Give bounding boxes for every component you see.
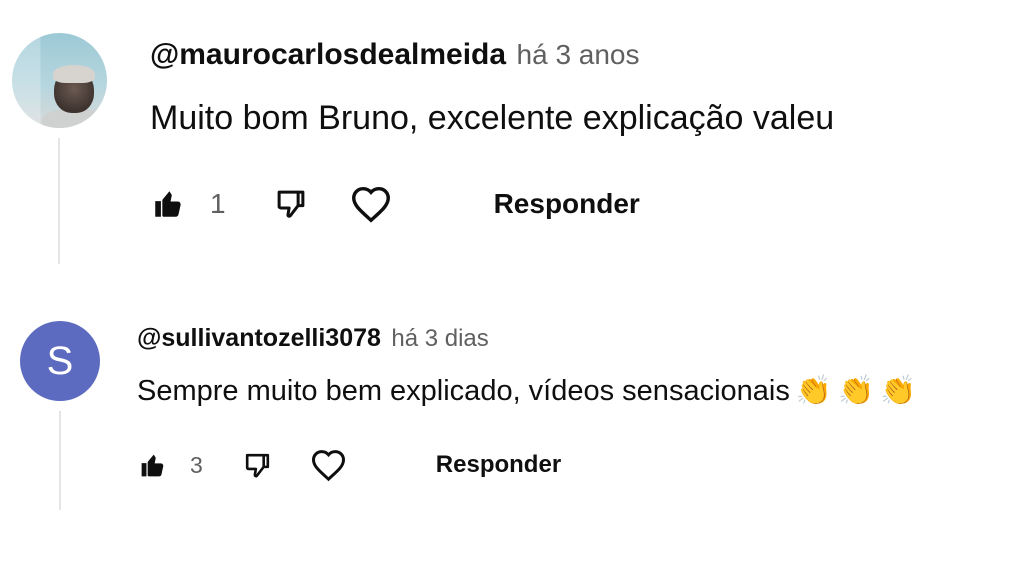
comments-section: @maurocarlosdealmeida há 3 anos Muito bo…: [0, 0, 1024, 576]
clapping-hands-emoji: 👏: [880, 375, 917, 407]
avatar[interactable]: S: [20, 321, 100, 401]
like-button[interactable]: [150, 187, 186, 221]
comment-text: Muito bom Bruno, excelente explicação va…: [150, 99, 834, 138]
like-button[interactable]: [137, 451, 168, 480]
heart-icon: [351, 186, 390, 223]
clapping-hands-emoji: 👏: [837, 375, 875, 407]
comment-actions: 1 Responder: [150, 178, 640, 230]
heart-button[interactable]: [307, 445, 350, 485]
comment-text-content: Sempre muito bem explicado, vídeos sensa…: [137, 375, 790, 407]
thread-line: [59, 411, 61, 510]
avatar[interactable]: [12, 33, 107, 128]
thumbs-down-icon: [277, 190, 304, 218]
comment-header: @sullivantozelli3078 há 3 dias: [137, 324, 489, 353]
comment-timestamp[interactable]: há 3 dias: [391, 325, 488, 352]
clapping-hands-emoji: 👏: [795, 375, 832, 407]
comment-thread: @maurocarlosdealmeida há 3 anos Muito bo…: [0, 0, 1024, 270]
comment-thread: S @sullivantozelli3078 há 3 dias Sempre …: [0, 300, 1024, 530]
comment-author[interactable]: @maurocarlosdealmeida: [150, 38, 506, 71]
heart-button[interactable]: [346, 181, 396, 227]
comment-timestamp[interactable]: há 3 anos: [517, 39, 640, 70]
like-count: 1: [210, 188, 226, 219]
comment-actions: 3 Responder: [137, 443, 561, 487]
thread-line: [58, 138, 60, 264]
avatar-letter: S: [46, 338, 74, 383]
dislike-button[interactable]: [241, 449, 274, 482]
comment-text: Sempre muito bem explicado, vídeos sensa…: [137, 374, 916, 408]
comment-header: @maurocarlosdealmeida há 3 anos: [150, 38, 640, 72]
heart-icon: [311, 450, 345, 482]
avatar-photo-hair: [53, 65, 95, 83]
thumbs-down-icon: [245, 453, 269, 477]
like-count: 3: [190, 451, 203, 478]
reply-button[interactable]: Responder: [436, 451, 561, 479]
reply-button[interactable]: Responder: [494, 188, 640, 220]
comment-author[interactable]: @sullivantozelli3078: [137, 324, 381, 352]
comment-text-content: Muito bom Bruno, excelente explicação va…: [150, 99, 835, 137]
thumbs-up-icon: [155, 191, 181, 217]
dislike-button[interactable]: [272, 185, 310, 223]
thumbs-up-icon: [141, 454, 164, 476]
